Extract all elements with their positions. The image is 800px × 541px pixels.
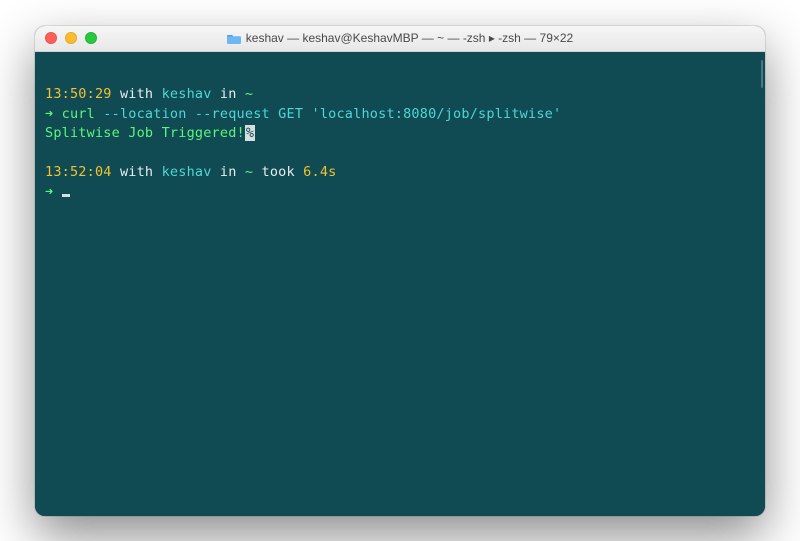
command-args: --location --request GET 'localhost:8080… [103,106,561,122]
traffic-lights [45,32,97,44]
prompt-time: 13:52:04 [45,164,112,180]
prompt-with: with [112,164,162,180]
maximize-button[interactable] [85,32,97,44]
output-line: Splitwise Job Triggered!% [45,124,755,144]
prompt-line: 13:50:29 with keshav in ~ [45,85,755,105]
command-name: curl [62,106,104,122]
percent-indicator: % [245,125,255,141]
took-value: 6.4s [303,164,336,180]
command-line: ➜ curl --location --request GET 'localho… [45,105,755,125]
prompt-in: in [212,86,245,102]
prompt-with: with [112,86,162,102]
took-label: took [253,164,303,180]
prompt-path: ~ [245,86,253,102]
titlebar: keshav — keshav@KeshavMBP — ~ — -zsh ▸ -… [35,26,765,52]
close-button[interactable] [45,32,57,44]
command-line: ➜ [45,183,755,203]
prompt-arrow-icon: ➜ [45,184,62,200]
prompt-user: keshav [162,86,212,102]
prompt-line: 13:52:04 with keshav in ~ took 6.4s [45,163,755,183]
prompt-time: 13:50:29 [45,86,112,102]
title-wrap: keshav — keshav@KeshavMBP — ~ — -zsh ▸ -… [35,31,765,45]
folder-icon [227,33,241,44]
terminal-body[interactable]: 13:50:29 with keshav in ~ ➜ curl --locat… [35,52,765,516]
terminal-window: keshav — keshav@KeshavMBP — ~ — -zsh ▸ -… [35,26,765,516]
cursor [62,194,70,197]
prompt-arrow-icon: ➜ [45,106,62,122]
output-text: Splitwise Job Triggered! [45,125,245,141]
window-title: keshav — keshav@KeshavMBP — ~ — -zsh ▸ -… [246,31,573,45]
minimize-button[interactable] [65,32,77,44]
prompt-in: in [212,164,245,180]
scroll-indicator[interactable] [761,60,763,88]
prompt-path: ~ [245,164,253,180]
prompt-user: keshav [162,164,212,180]
